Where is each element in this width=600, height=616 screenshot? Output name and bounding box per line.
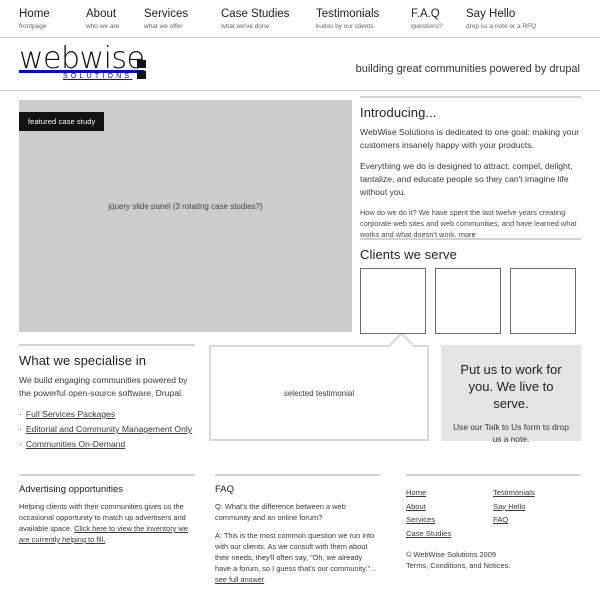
selected-testimonial-callout[interactable]: selected testimonial [209,345,429,441]
nav-item-label: Say Hello [466,8,516,20]
nav-item-f-a-q[interactable]: F.A.Q questions? [411,8,442,31]
nav-item-sublabel: kudos by our clients [316,23,374,30]
footer-links-section: Home About Services Case Studies Testimo… [406,474,581,571]
advertising-body: Helping clients with their communities g… [19,501,195,545]
client-logo-1[interactable] [360,268,426,334]
section-divider [360,96,581,98]
nav-item-sublabel: frontpage [19,23,47,30]
section-divider [19,474,195,476]
nav-item-sublabel: what we offer [144,23,183,30]
logo-subtitle: SOLUTIONS [63,73,133,80]
nav-list: Home frontpage About who we are Services what… [0,0,600,37]
advertising-paragraph: Helping clients with their communities g… [19,501,195,545]
specialise-link-3[interactable]: Communities On-Demand [26,439,125,449]
introducing-section: Introducing... WebWise Solutions is dedi… [360,96,581,248]
nav-item-label: Services [144,8,189,20]
nav-item-label: Case Studies [221,8,290,20]
footer-link-faq[interactable]: FAQ [493,513,580,527]
nav-item-testimonials[interactable]: Testimonials kudos by our clients [316,8,379,31]
intro-paragraph-3: How do we do it? We have spent the last … [360,207,581,240]
faq-title: FAQ [215,484,235,495]
footer-link-testimonials[interactable]: Testimonials [493,486,580,500]
list-item: Editorial and Community Management Only [19,422,195,437]
nav-item-label: About [86,8,117,20]
nav-item-label: Home [19,8,50,20]
list-item: Full Services Packages [19,407,195,422]
testimonial-placeholder-text: selected testimonial [283,389,355,398]
nav-item-label: F.A.Q [411,8,440,20]
featured-case-study-slider[interactable]: featured case study jquery slide panel (… [19,100,352,332]
faq-answer-text: A: This is the most common question we r… [215,531,377,573]
faq-answer: A: This is the most common question we r… [215,530,380,585]
logo-webwise-solutions[interactable]: webwise SOLUTIONS [19,44,239,88]
specialise-list: Full Services Packages Editorial and Com… [19,407,195,452]
clients-we-serve-section: Clients we serve [360,238,581,334]
footer-link-case-studies[interactable]: Case Studies [406,527,493,541]
section-divider [19,344,195,346]
list-item: Communities On-Demand [19,437,195,452]
featured-case-study-badge: featured case study [19,112,105,131]
advertising-opportunities-section: Advertising opportunities Helping client… [19,474,195,552]
cta-heading: Put us to work for you. We live to serve… [460,362,562,411]
specialise-link-1[interactable]: Full Services Packages [26,409,115,419]
footer-link-say-hello[interactable]: Say Hello [493,500,580,514]
clients-title: Clients we serve [360,247,457,262]
footer-link-column-2: Testimonials Say Hello FAQ [493,486,580,540]
footer-link-about[interactable]: About [406,500,493,514]
nav-item-say-hello[interactable]: Say Hello drop us a note or a RFQ [466,8,536,31]
faq-question: Q: What's the difference between a web c… [215,502,346,522]
section-divider [360,238,581,240]
nav-item-sublabel: drop us a note or a RFQ [466,23,537,30]
brand-tagline: building great communities powered by dr… [355,63,580,75]
introducing-title: Introducing... [360,105,437,120]
nav-item-case-studies[interactable]: Case Studies what we've done [221,8,289,31]
nav-item-label: Testimonials [316,8,380,20]
footer-link-columns: Home About Services Case Studies Testimo… [406,486,581,540]
footer-link-home[interactable]: Home [406,486,493,500]
terms-line: Terms, Conditions, and Notices. [406,561,511,570]
primary-navigation: Home frontpage About who we are Services what… [0,0,600,38]
footer-link-column-1: Home About Services Case Studies [406,486,493,540]
client-logo-3[interactable] [510,268,576,334]
section-divider [215,474,380,476]
faq-see-full-answer-link[interactable]: see full answer [215,575,264,584]
advertising-title: Advertising opportunities [19,484,124,495]
slider-placeholder-caption: jquery slide panel (3 rotating case stud… [108,202,263,211]
what-we-specialise-in-section: What we specialise in We build engaging … [19,344,195,452]
faq-body: Q: What's the difference between a web c… [215,501,380,585]
footer-link-services[interactable]: Services [406,513,493,527]
client-logo-row [360,268,581,334]
callout-arrow-icon [389,334,413,347]
faq-section: FAQ Q: What's the difference between a w… [215,474,380,592]
brand-header: webwise SOLUTIONS building great communi… [0,39,600,91]
specialise-link-2[interactable]: Editorial and Community Management Only [26,424,192,434]
nav-item-services[interactable]: Services what we offer [144,8,188,31]
copyright-line: © WebWise Solutions 2009 [406,550,496,559]
copyright-block: © WebWise Solutions 2009 Terms, Conditio… [406,549,581,571]
intro-paragraph-1: WebWise Solutions is dedicated to one go… [360,127,580,150]
section-divider [406,474,581,476]
logo-blocks-icon [137,60,146,79]
specialise-title: What we specialise in [19,353,147,368]
nav-item-sublabel: what we've done [221,23,270,30]
specialise-body: We build engaging communities powered by… [19,375,188,398]
nav-item-about[interactable]: About who we are [86,8,119,31]
cta-body: Use our Talk to Us form to drop us a not… [453,422,569,444]
nav-item-sublabel: questions? [411,23,443,30]
intro-paragraph-2: Everything we do is designed to attract,… [360,161,573,197]
put-us-to-work-panel[interactable]: Put us to work for you. We live to serve… [441,345,581,444]
logo-wordmark: webwise [19,41,145,76]
client-logo-2[interactable] [435,268,501,334]
nav-item-home[interactable]: Home frontpage [19,8,50,31]
nav-item-sublabel: who we are [86,23,120,30]
